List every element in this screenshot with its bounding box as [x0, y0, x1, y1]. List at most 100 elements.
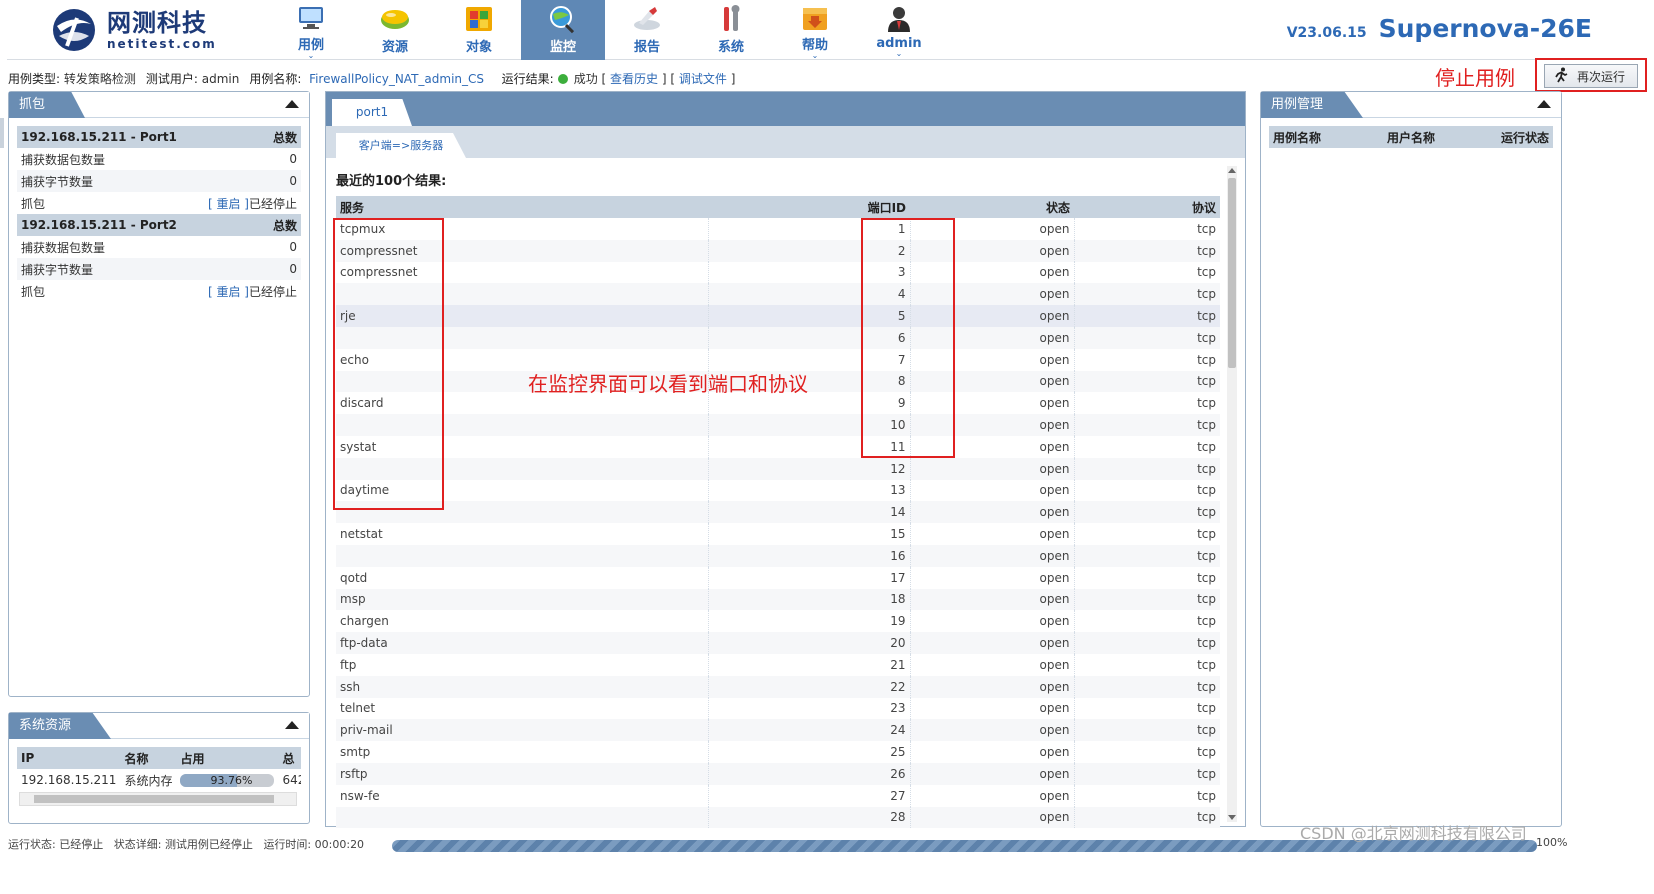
horizontal-scrollbar[interactable] [19, 792, 297, 806]
nav-help[interactable]: 帮助 ⌄ [773, 0, 857, 60]
port-id-cell: 16 [708, 544, 911, 567]
scrollbar-thumb[interactable] [1228, 178, 1236, 368]
table-row[interactable]: 12 open tcp [336, 457, 1220, 480]
protocol-cell: tcp [1074, 414, 1220, 436]
tab-client-server[interactable]: 客户端=>服务器 [336, 133, 466, 158]
service-column-highlight [333, 218, 444, 510]
status-cell: open [910, 479, 1075, 502]
port-id-cell: 24 [708, 719, 911, 742]
service-cell: chargen [336, 610, 709, 633]
nav-system[interactable]: 系统 [689, 0, 773, 60]
table-row[interactable]: compressnet 2 open tcp [336, 239, 1220, 262]
help-icon [797, 2, 833, 34]
bytes-label: 捕获字节数量 [17, 258, 196, 280]
debug-file-link[interactable]: 调试文件 [679, 70, 727, 87]
case-info-bar: 用例类型: 转发策略检测 测试用户: admin 用例名称: FirewallP… [8, 70, 736, 87]
nav-label: 用例 [297, 37, 324, 53]
restart-link[interactable]: 重启 [216, 197, 240, 211]
table-row[interactable]: daytime 13 open tcp [336, 479, 1220, 502]
user-icon [881, 2, 917, 36]
nav-label: 报告 [633, 40, 660, 55]
protocol-cell: tcp [1197, 657, 1216, 672]
table-row[interactable]: 16 open tcp [336, 544, 1220, 567]
nav-monitor[interactable]: 监控 [521, 0, 605, 60]
table-row[interactable]: priv-mail 24 open tcp [336, 719, 1220, 742]
user-name-header: 用户名称 [1363, 126, 1459, 148]
rerun-button[interactable]: 再次运行 [1544, 64, 1638, 88]
nav-object[interactable]: 对象 [437, 0, 521, 60]
status-cell: open [910, 784, 1075, 807]
case-type-label: 用例类型: [8, 72, 61, 86]
capture-panel-title: 抓包 [9, 92, 86, 118]
table-row[interactable]: 28 open tcp [336, 806, 1220, 829]
status-cell: open [910, 653, 1075, 676]
status-cell: open [910, 632, 1075, 654]
nav-resource[interactable]: 资源 [353, 0, 437, 60]
protocol-cell: tcp [1074, 326, 1220, 349]
collapse-icon[interactable] [285, 100, 299, 108]
memory-usage-text: 93.76% [210, 774, 253, 787]
collapse-icon[interactable] [285, 721, 299, 729]
history-link[interactable]: 查看历史 [610, 70, 658, 87]
capture-status: 已经停止 [248, 284, 297, 299]
service-cell: msp [336, 588, 709, 611]
table-row[interactable]: tcpmux 1 open tcp [336, 218, 1220, 240]
service-cell: ftp [336, 653, 709, 676]
table-row[interactable]: 10 open tcp [336, 414, 1220, 436]
table-row[interactable]: telnet 23 open tcp [336, 697, 1220, 720]
table-row[interactable]: smtp 25 open tcp [336, 741, 1220, 763]
table-row[interactable]: nsw-fe 27 open tcp [336, 784, 1220, 807]
table-row[interactable]: ssh 22 open tcp [336, 675, 1220, 698]
port-id-cell: 28 [708, 806, 911, 829]
case-name-value[interactable]: FirewallPolicy_NAT_admin_CS [309, 72, 484, 86]
table-row[interactable]: msp 18 open tcp [336, 588, 1220, 611]
status-cell: open [910, 719, 1075, 742]
capture-panel: 抓包 192.168.15.211 - Port1 总数 捕获数据包数量 0 捕获字… [8, 91, 310, 697]
protocol-cell: tcp [1074, 501, 1220, 524]
table-row[interactable]: systat 11 open tcp [336, 435, 1220, 458]
system-resource-title: 系统资源 [9, 713, 112, 739]
nav-report[interactable]: 报告 [605, 0, 689, 60]
case-management-title: 用例管理 [1261, 92, 1364, 118]
total-value: 64214 M [282, 773, 301, 787]
port-id-cell: 25 [708, 741, 911, 763]
table-row[interactable]: rje 5 open tcp [336, 305, 1220, 327]
recent-results-title: 最近的100个结果: [336, 174, 447, 189]
ip-header: IP [17, 747, 121, 769]
monitor-main-panel: port1 客户端=>服务器 最近的100个结果: 服务 端口ID 状态 协议 … [325, 91, 1246, 829]
restart-link[interactable]: 重启 [216, 285, 240, 299]
table-row[interactable]: ftp-data 20 open tcp [336, 632, 1220, 654]
table-row[interactable]: ftp 21 open tcp [336, 653, 1220, 676]
system-resource-table: IP 名称 占用 总 192.168.15.211 系统内存 93.76% 64… [17, 747, 301, 791]
table-row[interactable]: chargen 19 open tcp [336, 610, 1220, 633]
test-user-value: admin [201, 71, 240, 86]
scroll-down-icon[interactable] [1228, 815, 1236, 820]
table-row[interactable]: 4 open tcp [336, 283, 1220, 306]
top-bar: 网测科技 netitest.com 用例 ⌄ 资源 对象 监控 报告 系统 帮助… [7, 0, 1647, 60]
table-row[interactable]: 6 open tcp [336, 326, 1220, 349]
protocol-cell: tcp [1197, 396, 1216, 411]
tab-port1[interactable]: port1 [332, 99, 412, 126]
version-info: V23.06.15 Supernova-26E [1287, 14, 1592, 43]
table-row[interactable]: netstat 15 open tcp [336, 523, 1220, 545]
service-cell [336, 806, 709, 829]
scroll-up-icon[interactable] [1228, 168, 1236, 173]
protocol-cell: tcp [1197, 483, 1216, 498]
service-cell: priv-mail [336, 719, 709, 742]
table-row[interactable]: qotd 17 open tcp [336, 566, 1220, 589]
table-row[interactable]: 14 open tcp [336, 501, 1220, 524]
monitor-globe-icon [545, 2, 581, 36]
protocol-cell: tcp [1074, 370, 1220, 393]
nav-admin[interactable]: admin ⌄ [857, 0, 941, 60]
vertical-scrollbar[interactable] [1227, 166, 1237, 822]
table-row[interactable]: compressnet 3 open tcp [336, 261, 1220, 284]
table-row[interactable]: rsftp 26 open tcp [336, 762, 1220, 785]
collapse-icon[interactable] [1537, 100, 1551, 108]
protocol-cell: tcp [1074, 305, 1220, 327]
scrollbar-thumb[interactable] [34, 795, 274, 803]
nav-case[interactable]: 用例 ⌄ [269, 0, 353, 60]
port-id-cell: 27 [708, 784, 911, 807]
protocol-cell: tcp [1074, 239, 1220, 262]
total-header: 总数 [195, 214, 301, 236]
sidebar-handle[interactable] [0, 118, 4, 148]
